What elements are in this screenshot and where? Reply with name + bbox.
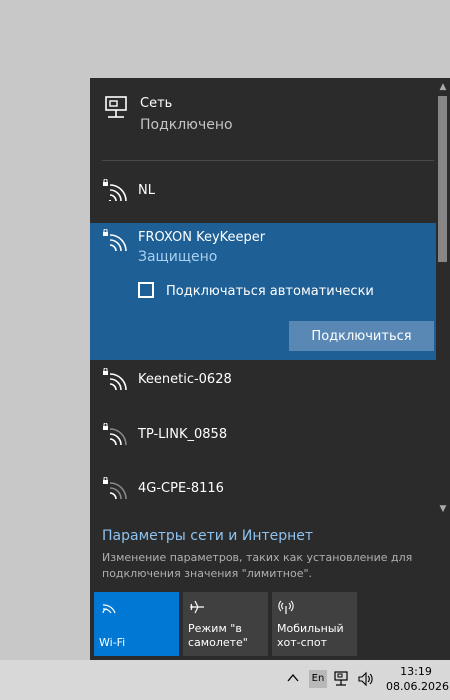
language-indicator[interactable]: En xyxy=(309,670,327,688)
chevron-up-icon[interactable] xyxy=(286,671,300,685)
network-settings-description: Изменение параметров, таких как установл… xyxy=(102,551,413,580)
auto-connect-label[interactable]: Подключаться автоматически xyxy=(166,284,374,299)
wifi-name: FROXON KeyKeeper xyxy=(138,230,266,245)
clock-date: 08.06.2026 xyxy=(386,680,449,693)
tile-label: Режим "в самолете" xyxy=(188,622,248,649)
wifi-secured-icon xyxy=(103,423,127,446)
ethernet-icon xyxy=(105,96,127,118)
wifi-secured-icon xyxy=(103,368,127,391)
wifi-item-4g[interactable]: 4G-CPE-8116 xyxy=(90,463,436,517)
ethernet-connection[interactable]: Сеть Подключено xyxy=(90,78,436,160)
wifi-item-keenetic[interactable]: Keenetic-0628 xyxy=(90,354,436,408)
wifi-item-nl[interactable]: NL xyxy=(90,165,436,219)
tile-label: Мобильный хот-спот xyxy=(277,622,344,649)
scrollbar-thumb[interactable] xyxy=(438,96,447,262)
auto-connect-checkbox[interactable] xyxy=(138,282,154,298)
volume-icon[interactable] xyxy=(357,671,375,687)
wifi-name: NL xyxy=(138,183,155,198)
divider xyxy=(102,160,434,161)
clock[interactable]: 13:19 08.06.2026 xyxy=(386,664,449,694)
tile-mobile-hotspot[interactable]: Мобильный хот-спот xyxy=(272,592,357,656)
network-status: Подключено xyxy=(140,117,233,133)
wifi-item-tplink[interactable]: TP-LINK_0858 xyxy=(90,409,436,463)
connect-button[interactable]: Подключиться xyxy=(289,321,434,351)
taskbar: En 13:19 08.06.2026 xyxy=(0,660,450,700)
scroll-up-arrow[interactable]: ▲ xyxy=(436,80,450,94)
tile-airplane-mode[interactable]: Режим "в самолете" xyxy=(183,592,268,656)
wifi-item-selected[interactable]: FROXON KeyKeeper Защищено Подключаться а… xyxy=(90,223,436,360)
wifi-icon xyxy=(102,604,116,614)
network-settings-link[interactable]: Параметры сети и Интернет xyxy=(102,528,313,544)
clock-time: 13:19 xyxy=(400,665,432,678)
wifi-name: Keenetic-0628 xyxy=(138,372,232,387)
tile-label: Wi-Fi xyxy=(99,636,126,649)
wifi-secured-icon xyxy=(103,477,127,500)
wifi-name: TP-LINK_0858 xyxy=(138,427,228,442)
wifi-name: 4G-CPE-8116 xyxy=(138,481,224,496)
wifi-secured-icon xyxy=(103,229,127,252)
airplane-icon xyxy=(190,600,204,614)
wifi-security-status: Защищено xyxy=(138,249,218,265)
hotspot-icon xyxy=(278,600,294,614)
wifi-secured-icon xyxy=(103,179,127,202)
network-tray-icon[interactable] xyxy=(334,671,352,687)
network-title: Сеть xyxy=(140,96,173,111)
network-flyout: ▲ ▼ Сеть Подключено NL FROXON KeyKeeper … xyxy=(90,78,450,660)
tile-wifi[interactable]: Wi-Fi xyxy=(94,592,179,656)
scroll-down-arrow[interactable]: ▼ xyxy=(436,502,450,516)
